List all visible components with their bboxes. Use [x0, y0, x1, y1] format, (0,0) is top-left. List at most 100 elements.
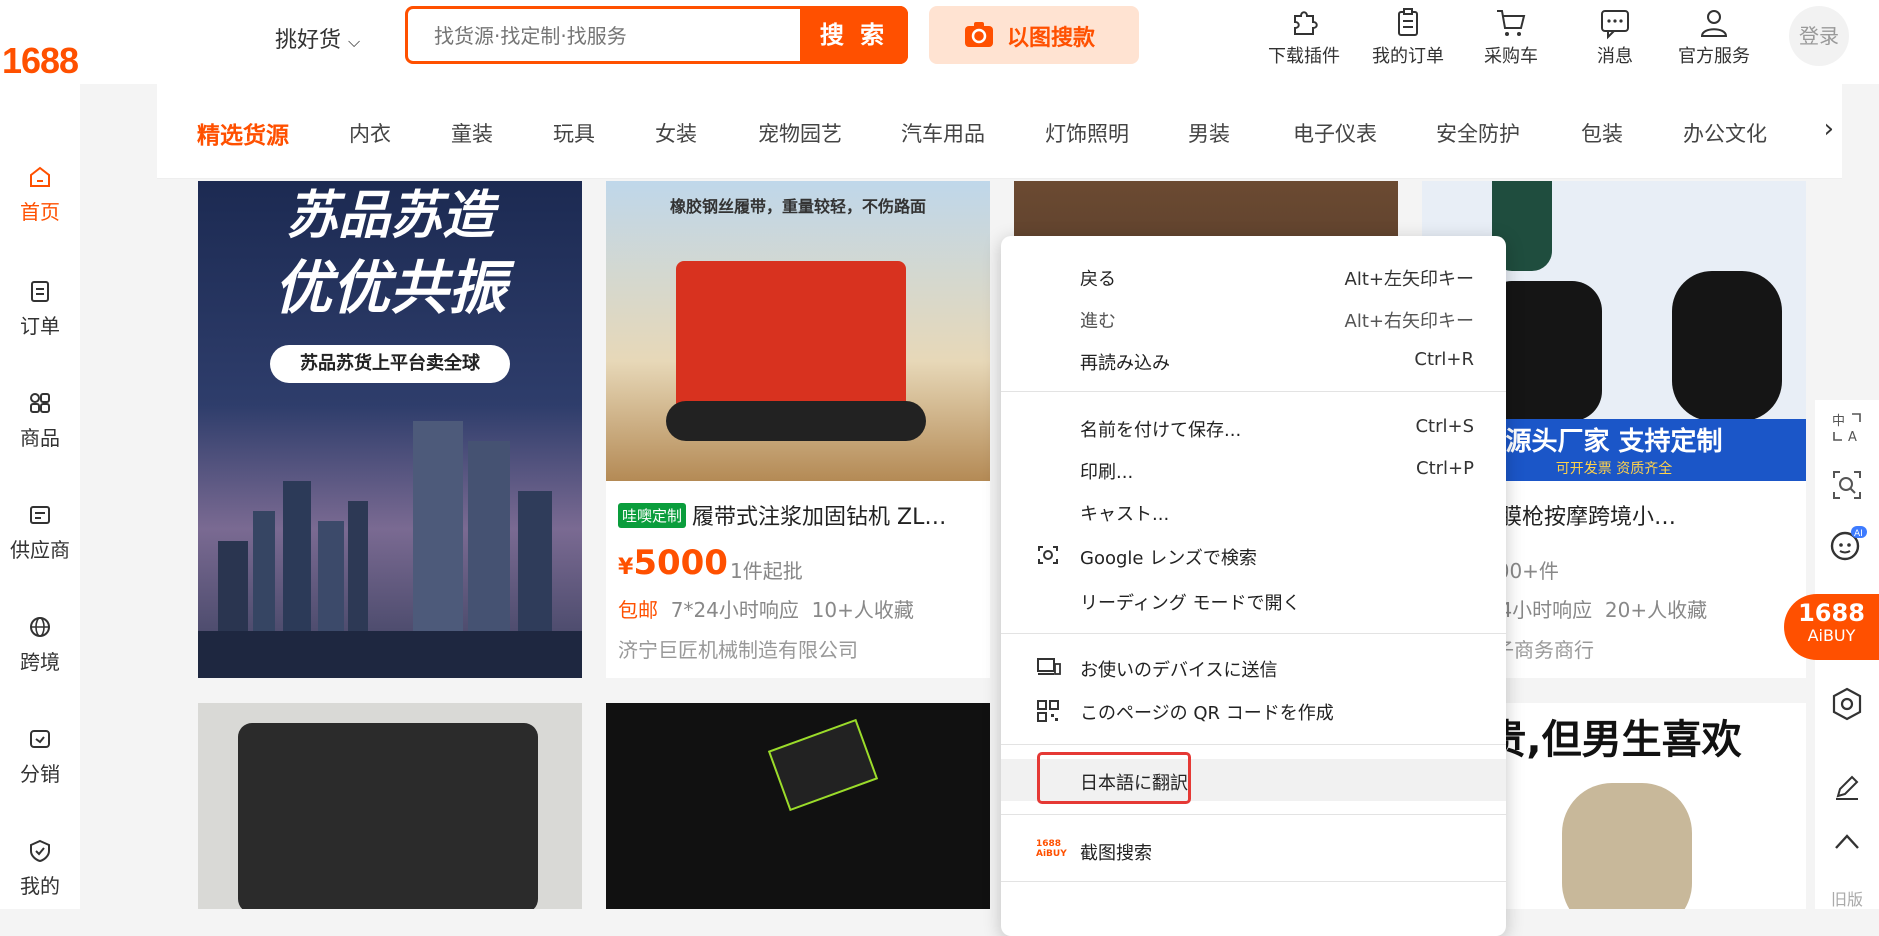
- edit-tool[interactable]: [1815, 772, 1879, 806]
- category-item[interactable]: 童装: [451, 118, 493, 148]
- rail-item-mine[interactable]: 我的: [0, 838, 80, 899]
- menu-forward[interactable]: 進む Alt+右矢印キー: [1001, 297, 1506, 339]
- ai-assistant-tool[interactable]: AI: [1815, 524, 1879, 568]
- category-item[interactable]: 办公文化: [1683, 118, 1767, 148]
- product-title: 哇噢定制 履带式注浆加固钻机 ZL…: [618, 499, 946, 531]
- rail-item-crossborder[interactable]: 跨境: [0, 614, 80, 675]
- banner-pill: 苏品苏货上平台卖全球: [270, 345, 510, 383]
- product-price: ¥5000: [618, 543, 728, 583]
- product-card-toolcase[interactable]: [606, 703, 990, 909]
- category-item[interactable]: 灯饰照明: [1045, 118, 1129, 148]
- image-scan-tool[interactable]: [1815, 468, 1879, 506]
- chevron-up-icon: [1835, 834, 1859, 849]
- category-featured[interactable]: 精选货源: [197, 116, 289, 150]
- aibuy-floating-button[interactable]: 1688 AiBUY: [1784, 594, 1879, 660]
- menu-label: 截图搜索: [1080, 843, 1152, 864]
- category-item[interactable]: 电子仪表: [1293, 118, 1377, 148]
- category-item[interactable]: 女装: [655, 118, 697, 148]
- site-logo[interactable]: 1688: [0, 40, 80, 82]
- product-card-toolbox[interactable]: [198, 703, 582, 909]
- company-name[interactable]: 济宁巨匠机械制造有限公司: [618, 634, 858, 663]
- menu-separator: [1001, 391, 1506, 392]
- lens-icon: [1038, 546, 1058, 564]
- category-item[interactable]: 男装: [1188, 118, 1230, 148]
- image-search-button[interactable]: 以图搜款: [929, 6, 1139, 64]
- price-value: 5000: [633, 543, 728, 583]
- supplier-icon: [30, 506, 50, 524]
- category-item[interactable]: 汽车用品: [901, 118, 985, 148]
- trimmer-shape: [1562, 783, 1692, 909]
- menu-label: キャスト...: [1080, 504, 1170, 525]
- rail-item-home[interactable]: 首页: [0, 164, 80, 225]
- context-menu: 戻る Alt+左矢印キー 進む Alt+右矢印キー 再読み込み Ctrl+R 名前を付…: [1001, 236, 1506, 936]
- old-version-link[interactable]: 旧版: [1815, 886, 1879, 910]
- aibuy-bottom-text: AiBUY: [1807, 626, 1856, 645]
- login-button[interactable]: 登录: [1789, 6, 1849, 66]
- menu-screenshot-search[interactable]: 1688 AiBUY 截图搜索: [1001, 829, 1506, 871]
- puzzle-icon: [1294, 11, 1318, 35]
- home-icon: [30, 166, 50, 187]
- product-title-text: 履带式注浆加固钻机 ZL…: [692, 505, 947, 530]
- menu-shortcut: Ctrl+P: [1416, 458, 1474, 479]
- category-item[interactable]: 玩具: [553, 118, 595, 148]
- rail-item-suppliers[interactable]: 供应商: [0, 502, 80, 563]
- chevron-right-icon[interactable]: ›: [1824, 114, 1834, 144]
- banner-main-text: 优优共振: [273, 254, 506, 322]
- rail-item-orders[interactable]: 订单: [0, 278, 80, 339]
- pick-goods-dropdown[interactable]: 挑好货 ⌵: [275, 22, 360, 54]
- menu-google-lens[interactable]: Google レンズで検索: [1001, 534, 1506, 576]
- menu-cast[interactable]: キャスト...: [1001, 490, 1506, 532]
- header-icon-label: 下载插件: [1268, 46, 1340, 67]
- category-item[interactable]: 宠物园艺: [758, 118, 842, 148]
- menu-separator: [1001, 744, 1506, 745]
- menu-reading-mode[interactable]: リーディング モードで開く: [1001, 579, 1506, 621]
- menu-label: 名前を付けて保存...: [1080, 420, 1242, 441]
- header-my-orders[interactable]: 我的订单: [1372, 6, 1444, 68]
- settings-tool[interactable]: [1815, 686, 1879, 726]
- rail-item-distribution[interactable]: 分销: [0, 726, 80, 787]
- product-card-banner[interactable]: 苏品苏造 优优共振 苏品苏货上平台卖全球: [198, 181, 582, 678]
- service-response: 7*24小时响应: [670, 598, 799, 622]
- header-official-service[interactable]: 官方服务: [1678, 6, 1750, 68]
- favorites-count: 20+人收藏: [1604, 598, 1708, 622]
- menu-label: 印刷...: [1080, 462, 1134, 483]
- menu-separator: [1001, 881, 1506, 882]
- menu-save-as[interactable]: 名前を付けて保存... Ctrl+S: [1001, 406, 1506, 448]
- menu-separator: [1001, 633, 1506, 634]
- category-item[interactable]: 内衣: [349, 118, 391, 148]
- search-button[interactable]: 搜 索: [800, 6, 908, 64]
- aibuy-small-icon: 1688 AiBUY: [1036, 839, 1067, 859]
- svg-text:中: 中: [1832, 414, 1845, 429]
- black-gun-shape: [1672, 271, 1782, 421]
- header-download-plugin[interactable]: 下载插件: [1268, 6, 1340, 68]
- search-input[interactable]: [432, 23, 786, 49]
- ai-badge-text: AI: [1854, 529, 1863, 539]
- category-item[interactable]: 包装: [1581, 118, 1623, 148]
- menu-send-to-devices[interactable]: お使いのデバイスに送信: [1001, 646, 1506, 688]
- price-symbol: ¥: [618, 555, 634, 580]
- chevron-down-icon: ⌵: [348, 32, 361, 51]
- qr-code-icon: [1037, 700, 1059, 722]
- scan-search-icon: [1833, 471, 1861, 499]
- toolbox-shape: [238, 723, 538, 909]
- back-to-top-tool[interactable]: [1815, 830, 1879, 856]
- menu-create-qr[interactable]: このページの QR コードを作成: [1001, 689, 1506, 731]
- rail-item-products[interactable]: 商品: [0, 390, 80, 451]
- translate-tool[interactable]: 中A: [1815, 410, 1879, 448]
- menu-separator: [1001, 814, 1506, 815]
- pencil-icon: [1836, 775, 1859, 800]
- category-item[interactable]: 安全防护: [1436, 118, 1520, 148]
- menu-reload[interactable]: 再読み込み Ctrl+R: [1001, 339, 1506, 381]
- free-shipping: 包邮: [618, 598, 658, 622]
- product-card-drill[interactable]: 橡胶钢丝履带，重量较轻，不伤路面 哇噢定制 履带式注浆加固钻机 ZL… ¥5000…: [606, 181, 990, 678]
- globe-icon: [30, 617, 50, 637]
- menu-label: Google レンズで検索: [1080, 548, 1257, 569]
- menu-print[interactable]: 印刷... Ctrl+P: [1001, 448, 1506, 490]
- header-messages[interactable]: 消息: [1597, 6, 1633, 68]
- menu-back[interactable]: 戻る Alt+左矢印キー: [1001, 255, 1506, 297]
- menu-label: 戻る: [1080, 269, 1116, 290]
- menu-shortcut: Ctrl+R: [1414, 349, 1474, 370]
- menu-shortcut: Alt+右矢印キー: [1344, 311, 1474, 332]
- header-cart[interactable]: 采购车: [1484, 6, 1538, 68]
- person-icon: [1700, 10, 1728, 37]
